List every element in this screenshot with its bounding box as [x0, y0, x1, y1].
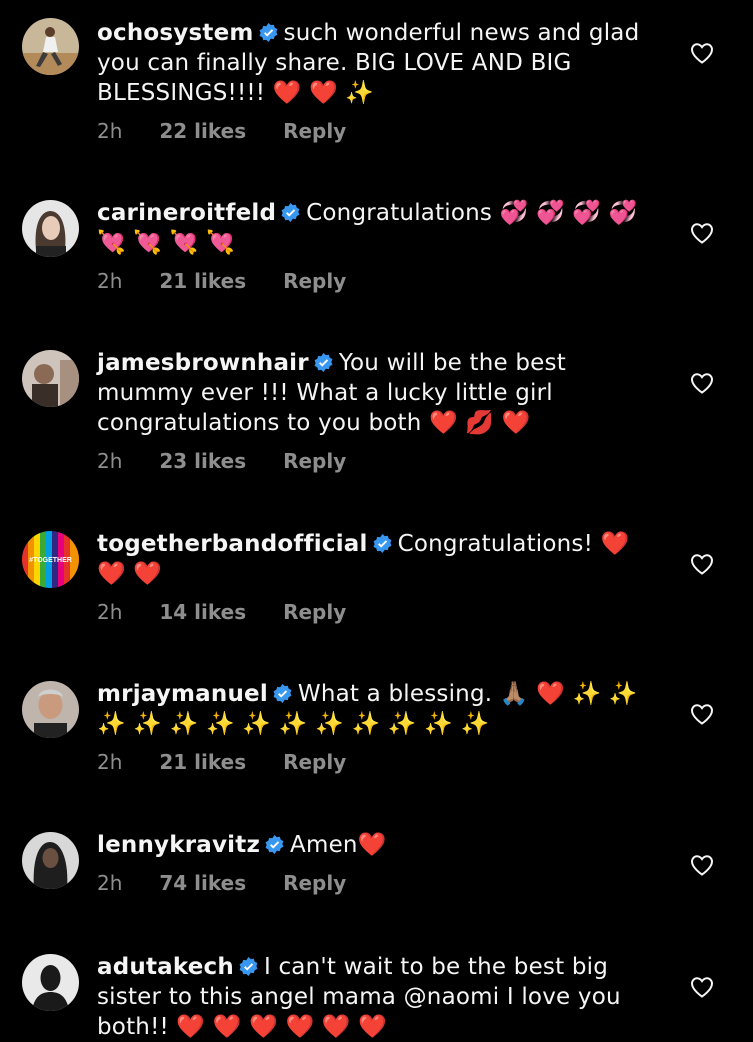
verified-badge-icon: [314, 353, 333, 372]
avatar-image: [22, 200, 79, 257]
comment-time: 2h: [97, 119, 123, 143]
like-heart-icon[interactable]: [690, 976, 714, 998]
comment-meta: 2h 23 likes Reply: [97, 448, 657, 474]
comment-text: togetherbandofficial Congratulations! ❤️ …: [97, 529, 657, 589]
username[interactable]: mrjaymanuel: [97, 681, 268, 707]
avatar[interactable]: [22, 18, 79, 75]
username[interactable]: togetherbandofficial: [97, 531, 368, 557]
avatar-image: [22, 350, 79, 407]
like-heart-icon[interactable]: [690, 42, 714, 64]
like-heart-icon[interactable]: [690, 854, 714, 876]
avatar[interactable]: [22, 681, 79, 738]
likes-count[interactable]: 74 likes: [159, 871, 246, 895]
like-heart-icon[interactable]: [690, 703, 714, 725]
comment-text: ochosystem such wonderful news and glad y…: [97, 18, 657, 108]
likes-count[interactable]: 14 likes: [159, 600, 246, 624]
like-heart-icon[interactable]: [690, 553, 714, 575]
reply-button[interactable]: Reply: [283, 750, 346, 774]
comment-text: mrjaymanuel What a blessing. 🙏🏽 ❤️ ✨ ✨ ✨ …: [97, 679, 657, 739]
reply-button[interactable]: Reply: [283, 269, 346, 293]
comment-message: Amen❤️: [290, 832, 387, 858]
reply-button[interactable]: Reply: [283, 871, 346, 895]
comment-text: jamesbrownhair You will be the best mummy…: [97, 348, 657, 438]
comment-text: carineroitfeld Congratulations 💞 💞 💞 💞 💘 …: [97, 198, 657, 258]
avatar-image: [22, 18, 79, 75]
avatar[interactable]: #TOGETHER: [22, 531, 79, 588]
comment-meta: 2h 22 likes Reply: [97, 118, 657, 144]
verified-badge-icon: [281, 203, 300, 222]
avatar[interactable]: [22, 200, 79, 257]
comment-meta: 2h 21 likes Reply: [97, 268, 657, 294]
avatar[interactable]: [22, 832, 79, 889]
avatar[interactable]: [22, 350, 79, 407]
avatar[interactable]: [22, 954, 79, 1011]
likes-count[interactable]: 21 likes: [159, 750, 246, 774]
avatar-image: [22, 954, 79, 1011]
verified-badge-icon: [239, 957, 258, 976]
comment-time: 2h: [97, 600, 123, 624]
username[interactable]: lennykravitz: [97, 832, 260, 858]
comment-time: 2h: [97, 269, 123, 293]
verified-badge-icon: [373, 534, 392, 553]
comment-meta: 2h 21 likes Reply: [97, 749, 657, 775]
like-heart-icon[interactable]: [690, 372, 714, 394]
comment-time: 2h: [97, 449, 123, 473]
avatar-image: #TOGETHER: [22, 531, 79, 588]
comment-meta: 2h 74 likes Reply: [97, 870, 657, 896]
likes-count[interactable]: 22 likes: [159, 119, 246, 143]
username[interactable]: jamesbrownhair: [97, 350, 309, 376]
comment-time: 2h: [97, 871, 123, 895]
reply-button[interactable]: Reply: [283, 600, 346, 624]
avatar-image: [22, 681, 79, 738]
username[interactable]: ochosystem: [97, 20, 254, 46]
reply-button[interactable]: Reply: [283, 119, 346, 143]
verified-badge-icon: [265, 835, 284, 854]
likes-count[interactable]: 23 likes: [159, 449, 246, 473]
avatar-image: [22, 832, 79, 889]
likes-count[interactable]: 21 likes: [159, 269, 246, 293]
username[interactable]: adutakech: [97, 954, 234, 980]
comment-text: adutakech I can't wait to be the best big…: [97, 952, 657, 1042]
verified-badge-icon: [259, 23, 278, 42]
reply-button[interactable]: Reply: [283, 449, 346, 473]
avatar-label: #TOGETHER: [29, 557, 72, 564]
comment-text: lennykravitz Amen❤️: [97, 830, 657, 860]
verified-badge-icon: [273, 684, 292, 703]
username[interactable]: carineroitfeld: [97, 200, 276, 226]
comment-meta: 2h 14 likes Reply: [97, 599, 657, 625]
comment-time: 2h: [97, 750, 123, 774]
like-heart-icon[interactable]: [690, 222, 714, 244]
